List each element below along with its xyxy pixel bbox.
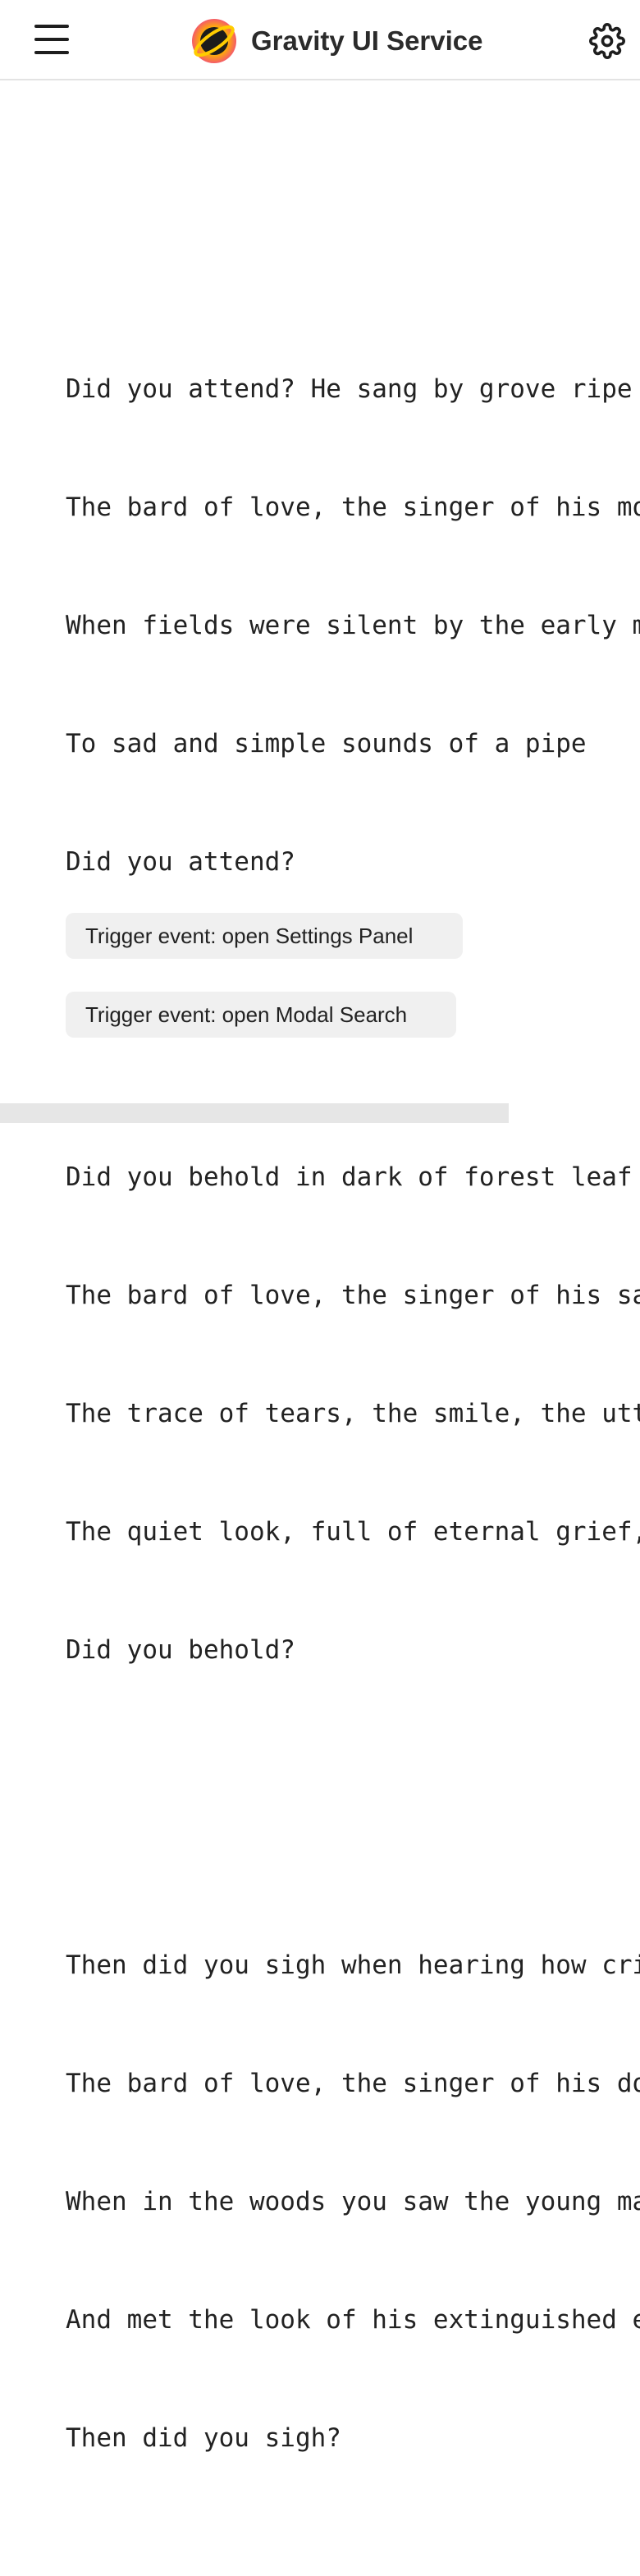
poem-line: Did you behold in dark of forest leaf [66,1162,633,1192]
menu-bar [34,38,69,41]
poem-line: The quiet look, full of eternal grief, [66,1517,640,1547]
stanza: Then did you sigh when hearing how crie … [66,1867,640,2537]
stanza: Did you attend? He sang by grove ripe - … [66,291,640,960]
poem-line: When fields were silent by the early mo [66,611,640,640]
poem-line: Did you behold? [66,1635,295,1665]
app-title: Gravity UI Service [251,25,483,56]
poem-line: Then did you sigh when hearing how crie [66,1950,640,1980]
poem-line: The trace of tears, the smile, the utte [66,1399,640,1428]
poem-line: To sad and simple sounds of a pipe [66,729,587,759]
poem-line: Then did you sigh? [66,2423,341,2453]
poem-line: The bard of love, the singer of his sad [66,1281,640,1310]
app-header: Gravity UI Service [0,0,640,80]
poem-line: The bard of love, the singer of his dol [66,2069,640,2098]
poem-line: Did you attend? [66,847,295,877]
brand: Gravity UI Service [190,18,483,64]
open-modal-search-button[interactable]: Trigger event: open Modal Search [66,992,456,1038]
menu-bar [34,51,69,54]
menu-bar [34,25,69,28]
planet-logo-icon [192,19,236,63]
poem-line: When in the woods you saw the young man [66,2187,640,2216]
gear-icon[interactable] [589,23,625,59]
poem-text: Did you attend? He sang by grove ripe - … [66,212,640,2576]
horizontal-scrollbar[interactable] [0,1103,509,1123]
poem-line: And met the look of his extinguished ey [66,2305,640,2335]
open-settings-panel-button[interactable]: Trigger event: open Settings Panel [66,913,463,959]
stanza: Did you behold in dark of forest leaf Th… [66,1079,640,1749]
poem-line: The bard of love, the singer of his mou [66,493,640,522]
poem-line: Did you attend? He sang by grove ripe - [66,374,640,404]
hamburger-menu-icon[interactable] [31,21,72,57]
